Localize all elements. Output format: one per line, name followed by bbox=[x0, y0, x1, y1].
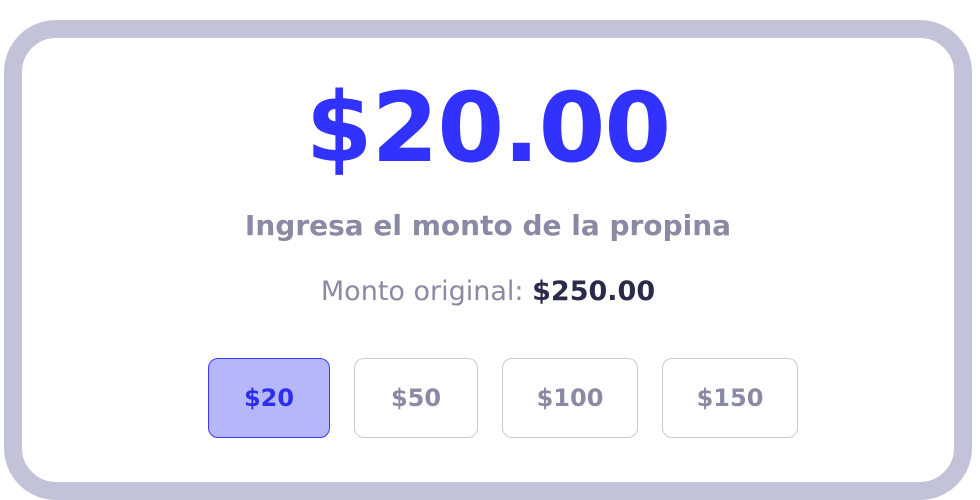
tip-amount-display[interactable]: $20.00 bbox=[22, 72, 954, 184]
original-amount-value: $250.00 bbox=[532, 276, 656, 307]
tip-preset-group: $20 $50 $100 $150 bbox=[208, 358, 798, 438]
tip-preset-150-button[interactable]: $150 bbox=[662, 358, 798, 438]
tip-preset-20-button[interactable]: $20 bbox=[208, 358, 330, 438]
original-amount-line: Monto original: $250.00 bbox=[22, 272, 954, 312]
original-amount-label: Monto original: bbox=[320, 276, 524, 307]
tip-card: $20.00 Ingresa el monto de la propina Mo… bbox=[4, 20, 972, 500]
tip-preset-100-button[interactable]: $100 bbox=[502, 358, 638, 438]
tip-preset-50-button[interactable]: $50 bbox=[354, 358, 478, 438]
tip-instruction-label: Ingresa el monto de la propina bbox=[244, 209, 732, 242]
